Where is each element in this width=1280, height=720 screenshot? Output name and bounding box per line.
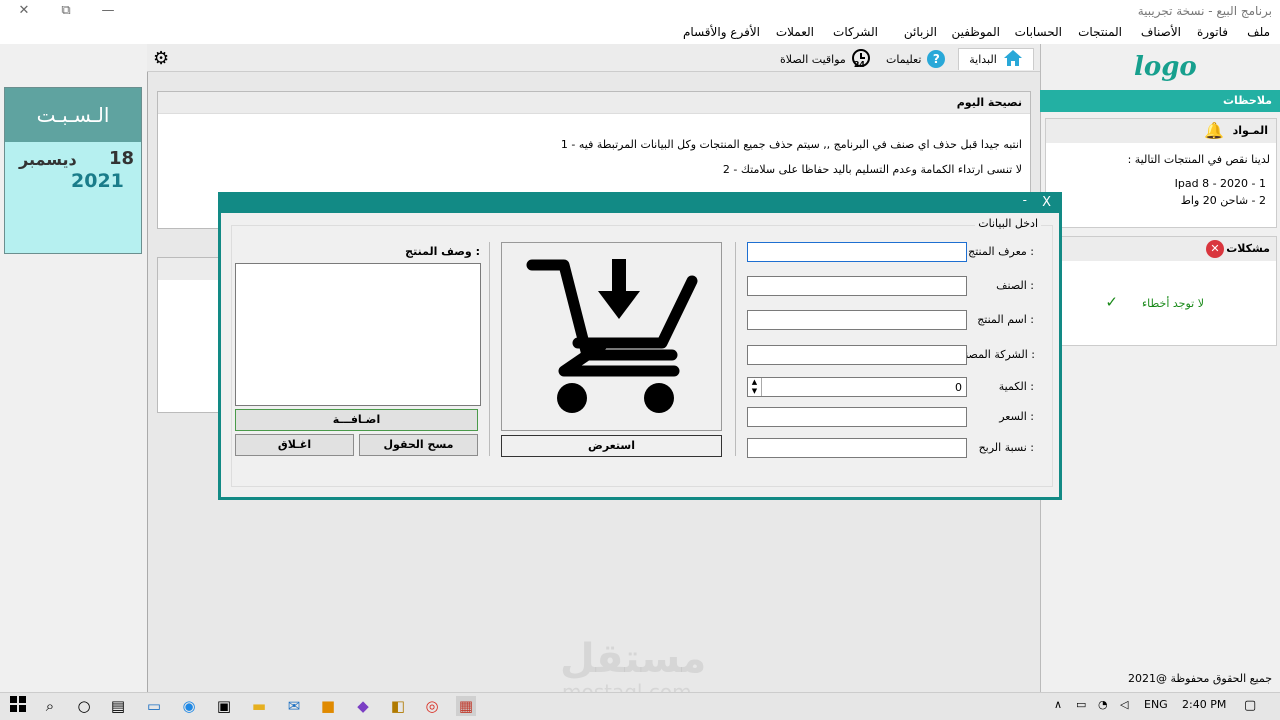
clear-fields-button[interactable]: مسح الحقول	[359, 434, 478, 456]
day-number: 18	[109, 148, 135, 169]
volume-icon[interactable]: ◁	[1120, 698, 1128, 711]
materials-title: المـواد	[1232, 124, 1268, 137]
mail-icon[interactable]: ✉	[284, 696, 304, 716]
menu-file[interactable]: ملف	[1247, 25, 1270, 39]
data-entry-label: ادخل البيانات	[975, 217, 1041, 230]
materials-intro: لدينا نقص في المنتجات التالية :	[1127, 153, 1270, 166]
dialog-close-button[interactable]: X	[1042, 195, 1051, 210]
menu-employees[interactable]: الموظفين	[951, 25, 1000, 39]
svg-text:24: 24	[854, 60, 866, 68]
product-image-box	[501, 242, 722, 431]
file-explorer-icon[interactable]: ▬	[249, 696, 269, 716]
tab-help-label: تعليمات	[886, 52, 922, 66]
notifications-icon[interactable]: ▢	[1244, 698, 1256, 713]
problems-title: مشكلات	[1226, 242, 1270, 255]
restore-window-button[interactable]: ⧉	[56, 2, 76, 20]
tip-line-2: 2 - لا تنسى ارتداء الكمامة وعدم التسليم …	[722, 163, 1022, 176]
tab-home[interactable]: البداية	[958, 48, 1034, 70]
logo: logo	[1134, 52, 1197, 82]
sublime-icon[interactable]: ■	[318, 696, 338, 716]
watermark: مستقل	[560, 636, 707, 682]
tab-home-label: البداية	[969, 53, 997, 66]
check-icon: ✓	[1105, 293, 1118, 311]
day-name: الـسـبـت	[5, 88, 141, 142]
category-input[interactable]	[747, 276, 967, 296]
menu-categories[interactable]: الأصناف	[1141, 25, 1181, 39]
dialog-title-bar: - X	[221, 193, 1059, 213]
cortana-icon[interactable]: ○	[74, 696, 94, 716]
show-hidden-icons[interactable]: ∧	[1054, 698, 1062, 711]
bell-icon: 🔔	[1204, 121, 1224, 140]
dialog-minimize-button[interactable]: -	[1023, 193, 1027, 207]
problems-panel: مشكلات ✕ لا توجد أخطاء ✓	[1045, 236, 1277, 346]
month-name: ديسمبر	[19, 150, 77, 169]
battery-icon[interactable]: ▭	[1076, 698, 1086, 711]
copyright-text: جميع الحقوق محفوظة @2021	[1127, 672, 1272, 685]
help-icon: ?	[927, 50, 946, 68]
menu-companies[interactable]: الشركات	[833, 25, 878, 39]
title-bar: برنامج البيع - نسخة تجريبية ✕ ⧉ —	[0, 0, 1280, 22]
menu-bar: ملف فاتورة الأصناف المنتجات الحسابات الم…	[0, 22, 1280, 44]
computer-icon[interactable]: ▭	[144, 696, 164, 716]
sales-app-icon[interactable]: ▦	[456, 696, 476, 716]
edge-icon[interactable]: ◉	[179, 696, 199, 716]
window-title: برنامج البيع - نسخة تجريبية	[1137, 4, 1272, 18]
materials-panel: المـواد 🔔 لدينا نقص في المنتجات التالية …	[1045, 118, 1277, 228]
menu-customers[interactable]: الزبائن	[904, 25, 937, 39]
close-window-button[interactable]: ✕	[14, 2, 34, 20]
chrome-icon[interactable]: ◎	[422, 696, 442, 716]
year: 2021	[71, 170, 124, 192]
windows-start-icon[interactable]	[8, 696, 28, 716]
date-panel: الـسـبـت 18 ديسمبر 2021	[4, 87, 142, 254]
task-view-icon[interactable]: ▤	[108, 696, 128, 716]
materials-header: المـواد 🔔	[1046, 119, 1276, 143]
quantity-spin-buttons[interactable]: ▲ ▼	[748, 378, 762, 396]
tab-help[interactable]: ? تعليمات	[886, 48, 946, 70]
add-button[interactable]: اضـافـــة	[235, 409, 478, 431]
gear-icon[interactable]: ⚙	[153, 48, 169, 69]
materials-item-2: 2 - شاحن 20 واط	[1180, 194, 1266, 207]
cart-download-icon	[526, 259, 698, 413]
menu-branches[interactable]: الأفرع والأقسام	[683, 25, 760, 39]
tip-header: نصيحة اليوم	[158, 92, 1030, 114]
price-input[interactable]	[747, 407, 967, 427]
tip-title: نصيحة اليوم	[956, 96, 1022, 109]
close-dialog-button[interactable]: اغـلاق	[235, 434, 354, 456]
wifi-icon[interactable]: ◔	[1098, 698, 1108, 711]
store-icon[interactable]: ▣	[214, 696, 234, 716]
separator-right	[735, 242, 736, 456]
notes-title: ملاحظات	[1223, 94, 1272, 107]
language-indicator[interactable]: ENG	[1144, 698, 1168, 711]
clock-24-icon: 24	[851, 48, 874, 71]
problems-header: مشكلات ✕	[1046, 237, 1276, 261]
profit-input[interactable]	[747, 438, 967, 458]
menu-products[interactable]: المنتجات	[1078, 25, 1122, 39]
product-id-input[interactable]	[747, 242, 967, 262]
menu-accounts[interactable]: الحسابات	[1015, 25, 1062, 39]
notes-header: ملاحظات	[1040, 90, 1280, 112]
home-icon	[1003, 49, 1023, 70]
materials-item-1: Ipad 8 - 2020 - 1	[1174, 177, 1266, 190]
product-name-input[interactable]	[747, 310, 967, 330]
database-icon[interactable]: ◧	[388, 696, 408, 716]
description-textarea[interactable]	[235, 263, 481, 406]
menu-invoice[interactable]: فاتورة	[1197, 25, 1228, 39]
menu-currencies[interactable]: العملات	[776, 25, 814, 39]
tab-prayer-times[interactable]: 24 مواقيت الصلاة	[780, 48, 874, 70]
tip-line-1: 1 - انتبه جيدا قبل حذف اي صنف في البرنام…	[560, 138, 1022, 151]
no-errors-text: لا توجد أخطاء	[1142, 297, 1204, 310]
clock[interactable]: 2:40 PM	[1182, 698, 1226, 711]
separator-left	[489, 242, 490, 456]
quantity-stepper[interactable]	[747, 377, 967, 397]
minimize-window-button[interactable]: —	[98, 2, 118, 20]
error-icon: ✕	[1206, 240, 1224, 258]
description-label: وصف المنتج :	[405, 245, 480, 258]
search-icon[interactable]: ⌕	[40, 696, 60, 716]
browse-button[interactable]: استعرض	[501, 435, 722, 457]
visual-studio-icon[interactable]: ◆	[353, 696, 373, 716]
tab-prayer-label: مواقيت الصلاة	[780, 52, 846, 66]
manufacturer-input[interactable]	[747, 345, 967, 365]
